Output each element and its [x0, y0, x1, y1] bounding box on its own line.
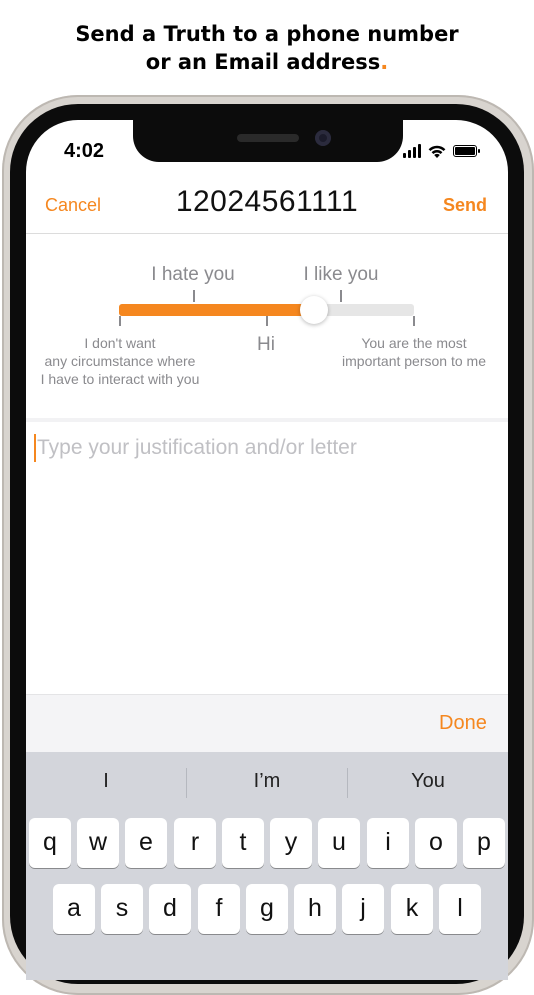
headline-line-1: Send a Truth to a phone number	[75, 22, 459, 46]
earpiece-speaker	[237, 134, 299, 142]
justification-textarea[interactable]	[26, 426, 508, 694]
sentiment-slider-fill	[119, 304, 314, 316]
slider-max-line-1: You are the most	[361, 335, 467, 351]
section-divider	[26, 418, 508, 422]
slider-max-label: You are the most important person to me	[326, 334, 502, 370]
sentiment-slider-thumb[interactable]	[299, 296, 328, 324]
key-e[interactable]: e	[125, 818, 167, 868]
key-p[interactable]: p	[463, 818, 505, 868]
tick-mid	[266, 316, 268, 326]
slider-label-hate: I hate you	[151, 264, 235, 285]
key-w[interactable]: w	[77, 818, 119, 868]
slider-min-line-1: I don't want	[84, 335, 156, 351]
key-d[interactable]: d	[149, 884, 191, 934]
key-y[interactable]: y	[270, 818, 312, 868]
key-t[interactable]: t	[222, 818, 264, 868]
key-k[interactable]: k	[391, 884, 433, 934]
justification-placeholder: Type your justification and/or letter	[37, 436, 357, 459]
nav-divider	[26, 233, 508, 234]
key-q[interactable]: q	[29, 818, 71, 868]
key-i[interactable]: i	[367, 818, 409, 868]
key-r[interactable]: r	[174, 818, 216, 868]
cellular-signal-icon	[403, 144, 421, 158]
key-o[interactable]: o	[415, 818, 457, 868]
slider-min-line-3: I have to interact with you	[40, 371, 200, 387]
suggestion-2[interactable]: I’m	[187, 770, 347, 793]
key-h[interactable]: h	[294, 884, 336, 934]
key-l[interactable]: l	[439, 884, 481, 934]
headline-line-2: or an Email address	[145, 50, 381, 74]
headline-dot: .	[380, 50, 389, 74]
tick-like	[340, 290, 342, 302]
tick-hate	[193, 290, 195, 302]
keyboard-accessory-bar	[26, 694, 508, 753]
key-a[interactable]: a	[53, 884, 95, 934]
send-button[interactable]: Send	[443, 195, 487, 216]
status-time: 4:02	[64, 140, 105, 162]
wifi-icon	[428, 145, 446, 158]
key-s[interactable]: s	[101, 884, 143, 934]
slider-min-label: I don't want any circumstance where I ha…	[20, 334, 220, 388]
slider-label-like: I like you	[303, 264, 379, 285]
key-g[interactable]: g	[246, 884, 288, 934]
text-caret	[34, 434, 36, 462]
suggestion-3[interactable]: You	[348, 770, 508, 793]
slider-mid-label: Hi	[257, 334, 275, 355]
slider-max-line-2: important person to me	[342, 353, 486, 369]
front-camera	[315, 130, 331, 146]
status-icons	[403, 143, 480, 159]
promo-headline: Send a Truth to a phone number or an Ema…	[0, 20, 534, 76]
done-button[interactable]: Done	[439, 712, 487, 735]
slider-min-line-2: any circumstance where	[44, 353, 196, 369]
suggestion-1[interactable]: I	[26, 770, 186, 793]
key-j[interactable]: j	[342, 884, 384, 934]
tick-max	[413, 316, 415, 326]
battery-icon	[453, 145, 480, 157]
tick-min	[119, 316, 121, 326]
key-f[interactable]: f	[198, 884, 240, 934]
key-u[interactable]: u	[318, 818, 360, 868]
